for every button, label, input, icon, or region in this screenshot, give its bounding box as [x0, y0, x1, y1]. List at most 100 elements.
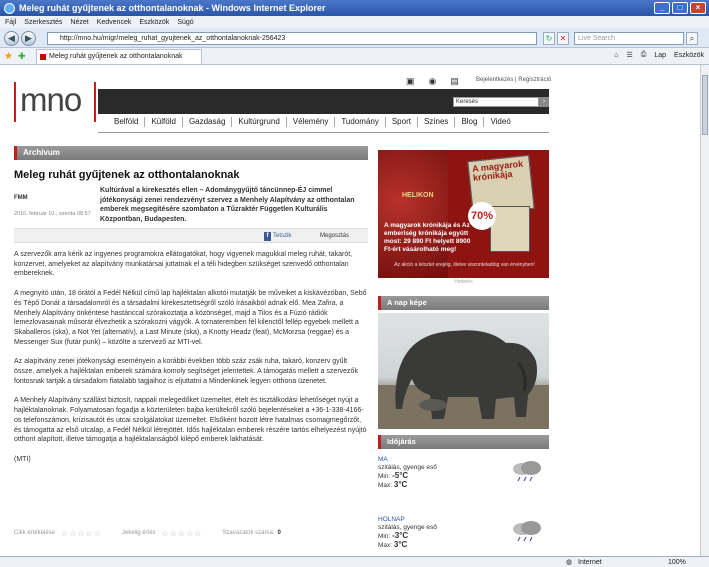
- share-button[interactable]: Megosztás: [320, 232, 349, 241]
- status-zone: Internet: [578, 558, 602, 566]
- min-temp: -3°C: [392, 531, 409, 540]
- back-button[interactable]: ◀: [4, 31, 19, 46]
- print-icon[interactable]: ⎙: [641, 51, 647, 59]
- nav-video[interactable]: Videó: [484, 117, 516, 127]
- refresh-icon[interactable]: ↻: [543, 32, 555, 45]
- menu-tools[interactable]: Eszközök: [139, 19, 169, 26]
- title-bar: Meleg ruhát gyűjtenek az otthontalanokna…: [0, 0, 709, 16]
- status-bar: ◍ Internet 100%: [0, 556, 709, 567]
- globe-icon: ◍: [566, 559, 573, 566]
- nav-divider: [98, 132, 549, 133]
- nav-velemeny[interactable]: Vélemény: [287, 117, 336, 127]
- window-title: Meleg ruhát gyűjtenek az otthontalanokna…: [19, 3, 326, 13]
- forward-button[interactable]: ▶: [21, 31, 36, 46]
- tools-menu[interactable]: Eszközök: [674, 52, 704, 59]
- votes-count: 0: [277, 530, 281, 536]
- votes-label: Szavazatok száma:: [222, 530, 275, 536]
- min-label: Min:: [378, 473, 391, 480]
- close-button[interactable]: ×: [690, 2, 706, 14]
- ad-book-title: A magyarok krónikája: [471, 158, 524, 183]
- feeds-icon[interactable]: ☰: [626, 51, 632, 59]
- max-temp: 3°C: [393, 480, 408, 489]
- rating-stars[interactable]: ☆☆☆☆☆: [61, 529, 102, 538]
- menu-bar: Fájl Szerkesztés Nézet Kedvencek Eszközö…: [0, 16, 709, 28]
- vertical-scrollbar[interactable]: [700, 65, 709, 556]
- share-bar: Tetszik Megosztás: [14, 228, 368, 243]
- ad-publisher: HELIKON: [402, 192, 434, 199]
- rating-stars-2[interactable]: ☆☆☆☆☆: [162, 529, 203, 538]
- scroll-thumb[interactable]: [702, 75, 708, 135]
- nav-kulfold[interactable]: Külföld: [145, 117, 183, 127]
- web-page: ▣ ◉ ▤ Bejelentkezés | Regisztráció mno K…: [0, 65, 700, 556]
- maximize-button[interactable]: □: [672, 2, 688, 14]
- article-lead: Kultúrával a kirekesztés ellen – Adomány…: [100, 187, 355, 223]
- ad-book-cover-2: [490, 206, 530, 252]
- page-menu[interactable]: Lap: [654, 52, 666, 59]
- menu-edit[interactable]: Szerkesztés: [24, 19, 62, 26]
- rain-cloud-icon: [513, 461, 541, 482]
- favorites-star-icon[interactable]: ★: [4, 51, 13, 62]
- rating-label-2: Jekelig értés: [121, 530, 156, 536]
- mobile-icon[interactable]: ▣: [406, 76, 415, 87]
- paragraph: A szervezők arra kérik az ingyenes progr…: [14, 251, 353, 278]
- nav-sport[interactable]: Sport: [386, 117, 418, 127]
- rating-bar: Cikk értékelése ☆☆☆☆☆ Jekelig értés ☆☆☆☆…: [14, 527, 368, 539]
- elephant-image: [378, 330, 549, 429]
- photo-of-day-header: A nap képe: [378, 296, 549, 310]
- nav-szines[interactable]: Színes: [418, 117, 456, 127]
- keyboard-icon[interactable]: ▤: [450, 76, 459, 87]
- weather-today: MA szitálás, gyenge eső Min: -5°C Max: 3…: [378, 456, 549, 490]
- weather-tomorrow: HOLNAP szitálás, gyenge eső Min: -3°C Ma…: [378, 516, 549, 550]
- stop-icon[interactable]: ✕: [557, 32, 569, 45]
- article-body: A szervezők arra kérik az ingyenes progr…: [14, 250, 368, 475]
- site-search-input[interactable]: Keresés: [453, 97, 539, 107]
- paragraph: A megnyitó után, 18 órától a Fedél Nélkü…: [14, 290, 367, 346]
- url-field[interactable]: http://mno.hu/migr/meleg_ruhat_gyujtenek…: [47, 32, 537, 45]
- home-icon[interactable]: ⌂: [614, 52, 618, 59]
- login-links[interactable]: Bejelentkezés | Regisztráció: [476, 77, 551, 83]
- ad-text: A magyarok krónikája és Az emberiség kró…: [384, 222, 471, 253]
- max-label: Max:: [378, 482, 393, 489]
- min-temp: -5°C: [392, 471, 409, 480]
- add-favorite-icon[interactable]: ✚: [18, 51, 26, 62]
- advertisement[interactable]: HELIKON A magyarok krónikája 70% A magya…: [378, 150, 549, 278]
- nav-kulturgrund[interactable]: Kultúrgrund: [232, 117, 287, 127]
- rating-label: Cikk értékelése: [14, 530, 56, 536]
- nav-belfold[interactable]: Belföld: [108, 117, 146, 127]
- rss-icon[interactable]: ◉: [429, 76, 437, 87]
- menu-help[interactable]: Súgó: [177, 19, 193, 26]
- nav-gazdasag[interactable]: Gazdaság: [183, 117, 233, 127]
- browser-tab[interactable]: Meleg ruhát gyűjtenek az otthontalanokna…: [36, 49, 202, 64]
- search-icon[interactable]: ⌕: [686, 32, 698, 45]
- article-title: Meleg ruhát gyűjtenek az otthontalanokna…: [14, 169, 240, 181]
- rain-cloud-icon: [513, 521, 541, 542]
- paragraph: (MTI): [14, 455, 31, 463]
- ad-caption: Hirdetés: [454, 279, 473, 285]
- article-source: FMM: [14, 195, 28, 201]
- site-logo[interactable]: mno: [14, 82, 96, 122]
- nav-tudomany[interactable]: Tudomány: [335, 117, 386, 127]
- nav-blog[interactable]: Blog: [455, 117, 485, 127]
- paragraph: A Menhely Alapítvány szállást biztosít, …: [14, 397, 367, 444]
- main-nav: Belföld Külföld Gazdaság Kultúrgrund Vél…: [108, 117, 517, 127]
- site-search-button[interactable]: ›: [539, 97, 549, 107]
- min-label: Min:: [378, 533, 391, 540]
- paragraph: Az alapítvány zenei jótékonysági esemény…: [14, 358, 358, 385]
- address-bar: ◀ ▶ http://mno.hu/migr/meleg_ruhat_gyujt…: [0, 28, 709, 48]
- section-header: Archívum: [14, 146, 368, 160]
- tab-bar: Meleg ruhát gyűjtenek az otthontalanokna…: [0, 48, 709, 65]
- menu-file[interactable]: Fájl: [5, 19, 16, 26]
- ie-logo-icon: [4, 2, 15, 14]
- max-label: Max:: [378, 542, 393, 549]
- photo-of-day[interactable]: [378, 313, 549, 429]
- ad-footnote: Az akció a készlet erejéig, illetve visz…: [394, 262, 535, 268]
- ad-tree-graphic: [378, 150, 448, 278]
- menu-view[interactable]: Nézet: [70, 19, 88, 26]
- zoom-level[interactable]: 100%: [668, 559, 686, 566]
- menu-favorites[interactable]: Kedvencek: [97, 19, 132, 26]
- minimize-button[interactable]: _: [654, 2, 670, 14]
- article-date: 2010. február 10., szerda 08:57: [14, 211, 91, 217]
- live-search-input[interactable]: Live Search: [574, 32, 684, 45]
- weather-header: Időjárás: [378, 435, 549, 449]
- facebook-like-button[interactable]: Tetszik: [264, 232, 291, 241]
